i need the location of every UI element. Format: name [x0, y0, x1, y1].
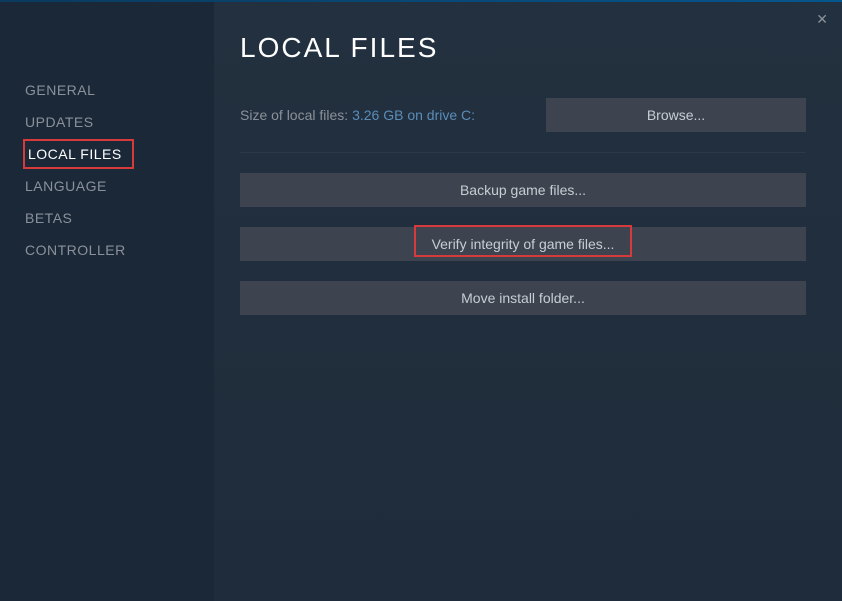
- sidebar-item-label: UPDATES: [25, 114, 94, 130]
- size-value-link[interactable]: 3.26 GB on drive C:: [352, 107, 475, 123]
- size-info-text: Size of local files: 3.26 GB on drive C:: [240, 107, 475, 123]
- size-label: Size of local files:: [240, 107, 352, 123]
- sidebar-item-controller[interactable]: CONTROLLER: [0, 235, 126, 265]
- backup-button[interactable]: Backup game files...: [240, 173, 806, 207]
- browse-button[interactable]: Browse...: [546, 98, 806, 132]
- sidebar-item-local-files[interactable]: LOCAL FILES: [23, 139, 134, 169]
- page-title: LOCAL FILES: [240, 32, 806, 64]
- sidebar-item-label: BETAS: [25, 210, 72, 226]
- sidebar-item-label: LANGUAGE: [25, 178, 107, 194]
- sidebar-item-label: LOCAL FILES: [28, 146, 122, 162]
- settings-sidebar: GENERAL UPDATES LOCAL FILES LANGUAGE BET…: [0, 2, 214, 601]
- close-icon: ✕: [816, 11, 828, 27]
- browse-label: Browse...: [647, 107, 705, 123]
- close-button[interactable]: ✕: [816, 12, 828, 26]
- size-info-row: Size of local files: 3.26 GB on drive C:…: [240, 98, 806, 153]
- sidebar-item-general[interactable]: GENERAL: [0, 75, 95, 105]
- sidebar-item-label: CONTROLLER: [25, 242, 126, 258]
- backup-label: Backup game files...: [460, 182, 586, 198]
- sidebar-item-updates[interactable]: UPDATES: [0, 107, 94, 137]
- move-label: Move install folder...: [461, 290, 585, 306]
- move-install-button[interactable]: Move install folder...: [240, 281, 806, 315]
- sidebar-item-betas[interactable]: BETAS: [0, 203, 72, 233]
- sidebar-item-language[interactable]: LANGUAGE: [0, 171, 107, 201]
- main-content: ✕ LOCAL FILES Size of local files: 3.26 …: [214, 2, 842, 601]
- verify-label: Verify integrity of game files...: [432, 236, 615, 252]
- verify-integrity-button[interactable]: Verify integrity of game files...: [240, 227, 806, 261]
- sidebar-item-label: GENERAL: [25, 82, 95, 98]
